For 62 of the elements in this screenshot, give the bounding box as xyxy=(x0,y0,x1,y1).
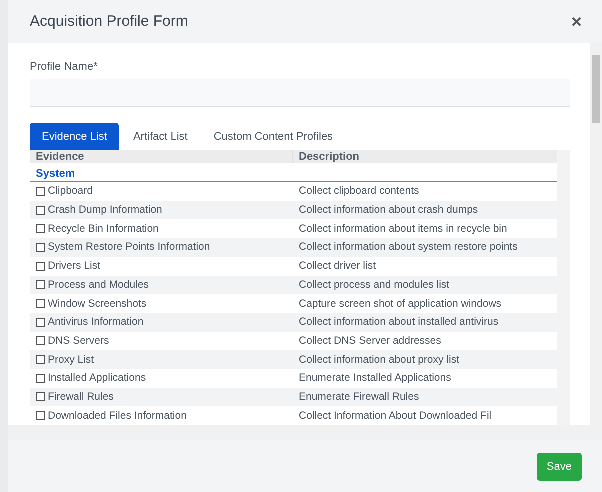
table-cell-text: Collect information about items in recycle bin xyxy=(298,222,508,235)
evidence-checkbox[interactable]: System Restore Points Information xyxy=(30,241,292,254)
table-cell-text: Capture screen shot of application windows xyxy=(298,298,503,310)
scrollbar[interactable] xyxy=(557,150,570,425)
evidence-label: DNS Servers xyxy=(48,334,110,347)
table-cell-text: Collect process and modules list xyxy=(298,278,451,291)
evidence-checkbox[interactable]: Crash Dump Information xyxy=(30,204,292,216)
field-label: Profile Name* xyxy=(30,61,99,73)
checkbox[interactable] xyxy=(36,186,45,196)
table-cell-text: Collect information about proxy list xyxy=(298,354,460,366)
evidence-checkbox[interactable]: Installed Applications xyxy=(30,372,292,384)
column-header: Evidence xyxy=(35,150,86,164)
evidence-label: Installed Applications xyxy=(48,372,146,384)
evidence-checkbox[interactable]: Drivers List xyxy=(30,260,292,272)
evidence-checkbox[interactable]: Clipboard xyxy=(30,185,292,198)
checkbox[interactable] xyxy=(36,224,45,234)
checkbox[interactable] xyxy=(36,392,45,402)
evidence-checkbox[interactable]: Recycle Bin Information xyxy=(30,222,292,235)
profile-name-field[interactable] xyxy=(30,79,570,107)
evidence-label: Drivers List xyxy=(48,260,101,272)
checkbox[interactable] xyxy=(36,299,45,308)
evidence-checkbox[interactable]: Firewall Rules xyxy=(30,390,292,403)
evidence-checkbox[interactable]: Window Screenshots xyxy=(30,298,292,310)
evidence-label: Crash Dump Information xyxy=(48,204,162,216)
close-button[interactable]: × xyxy=(571,12,582,30)
evidence-checkbox[interactable]: Antivirus Information xyxy=(30,316,292,328)
evidence-checkbox[interactable]: DNS Servers xyxy=(30,334,292,347)
checkbox[interactable] xyxy=(36,336,45,346)
evidence-checkbox[interactable]: Process and Modules xyxy=(30,278,292,291)
table-cell-text: Collect information about crash dumps xyxy=(298,204,480,216)
evidence-label: Process and Modules xyxy=(48,278,149,291)
checkbox[interactable] xyxy=(36,355,45,364)
checkbox[interactable] xyxy=(36,318,45,327)
tab[interactable]: Custom Content Profiles xyxy=(202,123,346,150)
table-cell-text: Collect information about system restore points xyxy=(298,241,519,254)
checkbox[interactable] xyxy=(36,411,45,420)
evidence-label: Downloaded Files Information xyxy=(48,410,187,422)
evidence-label: Firewall Rules xyxy=(48,390,114,403)
checkbox[interactable] xyxy=(36,242,45,252)
evidence-checkbox[interactable]: Downloaded Files Information xyxy=(30,410,292,422)
table-cell-text: Collect clipboard contents xyxy=(298,185,420,198)
modal-title: Acquisition Profile Form xyxy=(30,13,188,30)
table-cell-text: Enumerate Firewall Rules xyxy=(298,390,420,403)
evidence-label: Antivirus Information xyxy=(48,316,144,328)
scrollbar[interactable] xyxy=(590,43,602,425)
evidence-label: Proxy List xyxy=(48,354,94,366)
evidence-label: System Restore Points Information xyxy=(48,241,210,254)
table-cell-text: Collect information about installed antivirus xyxy=(298,316,500,328)
tab[interactable]: Artifact List xyxy=(121,123,200,150)
checkbox[interactable] xyxy=(36,280,45,290)
checkbox[interactable] xyxy=(36,262,45,271)
tab[interactable]: Evidence List xyxy=(30,123,120,150)
checkbox[interactable] xyxy=(36,206,45,215)
table-cell-text: Enumerate Installed Applications xyxy=(298,372,452,384)
evidence-checkbox[interactable]: Proxy List xyxy=(30,354,292,366)
evidence-label: Clipboard xyxy=(48,185,93,198)
table-cell-text: Collect Information About Downloaded Fil xyxy=(298,410,493,422)
checkbox[interactable] xyxy=(36,374,45,383)
table-cell-text: Collect DNS Server addresses xyxy=(298,334,442,347)
evidence-label: Window Screenshots xyxy=(48,298,147,310)
evidence-label: Recycle Bin Information xyxy=(48,222,159,235)
table-cell-text: Collect driver list xyxy=(298,260,378,272)
